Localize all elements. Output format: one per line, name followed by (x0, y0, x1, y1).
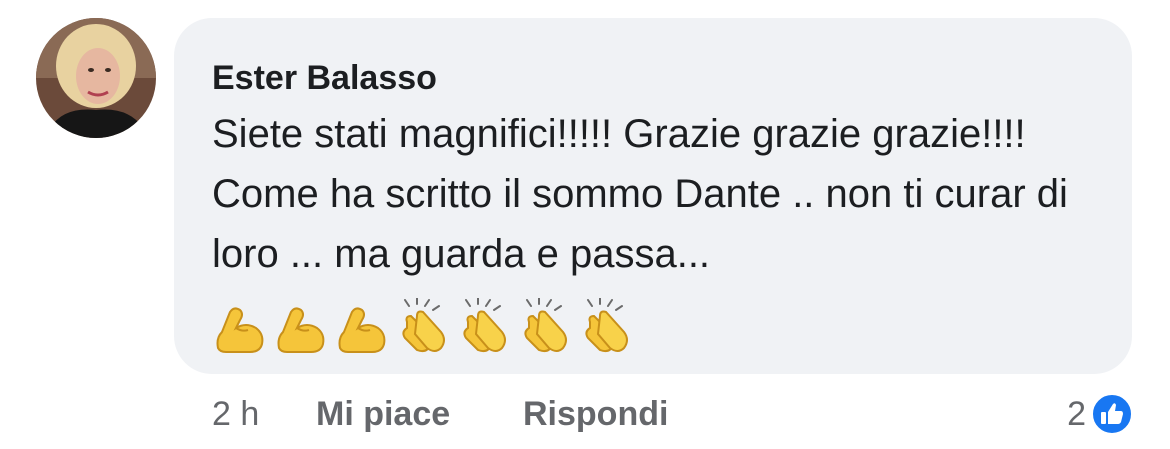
reaction-summary[interactable]: 2 (1067, 392, 1134, 436)
clapping-hands-emoji-icon (395, 298, 455, 358)
comment-author[interactable]: Ester Balasso (212, 58, 1092, 98)
like-thumbs-up-icon (1090, 392, 1134, 436)
clapping-hands-emoji-icon (578, 298, 638, 358)
emoji-row (212, 298, 1092, 358)
comment-bubble: Ester Balasso Siete stati magnifici!!!!!… (174, 18, 1132, 374)
flexed-biceps-emoji-icon (212, 298, 272, 358)
clapping-hands-emoji-icon (456, 298, 516, 358)
comment-timestamp[interactable]: 2 h (212, 392, 259, 436)
flexed-biceps-emoji-icon (334, 298, 394, 358)
flexed-biceps-emoji-icon (273, 298, 333, 358)
reply-button[interactable]: Rispondi (523, 392, 668, 436)
like-button[interactable]: Mi piace (316, 392, 450, 436)
comment-text: Siete stati magnifici!!!!! Grazie grazie… (212, 112, 1068, 276)
reaction-count: 2 (1067, 395, 1086, 433)
clapping-hands-emoji-icon (517, 298, 577, 358)
avatar[interactable] (36, 18, 156, 138)
comment-footer: 2 h Mi piace Rispondi 2 (212, 392, 1134, 436)
